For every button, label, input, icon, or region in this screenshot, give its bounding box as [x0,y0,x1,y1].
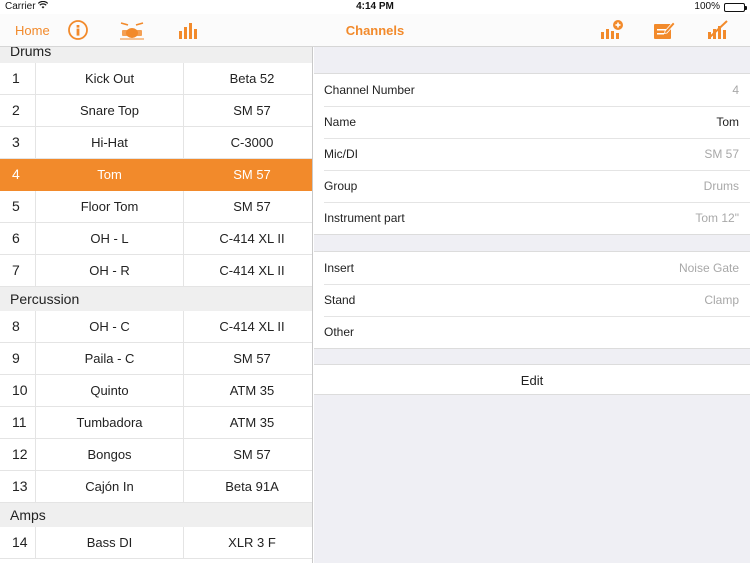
channel-row[interactable]: 3 Hi-Hat C-3000 [0,127,312,159]
channel-mic: ATM 35 [183,407,312,438]
detail-value: Clamp [704,293,739,307]
detail-value: SM 57 [704,147,739,161]
edit-note-icon[interactable] [652,19,676,41]
channel-row[interactable]: 6 OH - L C-414 XL II [0,223,312,255]
channel-row[interactable]: 10 Quinto ATM 35 [0,375,312,407]
page-title: Channels [345,23,405,38]
channel-row[interactable]: 7 OH - R C-414 XL II [0,255,312,287]
channel-mic: C-414 XL II [183,311,312,342]
channel-mic: SM 57 [183,191,312,222]
channel-detail-panel: Channel Number 4 Name Tom Mic/DI SM 57 Group Dr… [314,47,750,563]
channel-name: Bass DI [86,535,133,550]
channel-list[interactable]: Drums 1 Kick Out Beta 52 2 Snare Top SM 57 3 Hi-… [0,47,313,563]
section-header: Drums [0,47,312,63]
detail-label: Name [324,115,357,129]
detail-row-instrument-part[interactable]: Instrument part Tom 12" [314,202,750,234]
edit-button[interactable]: Edit [314,364,750,395]
detail-row-channel-number[interactable]: Channel Number 4 [314,74,750,106]
channel-mic: SM 57 [183,439,312,470]
channel-mic: SM 57 [183,343,312,374]
detail-value: Drums [703,179,739,193]
channel-mic: XLR 3 F [183,527,312,558]
channel-mic: Beta 52 [183,63,312,94]
channel-row[interactable]: 12 Bongos SM 57 [0,439,312,471]
channel-info-group: Channel Number 4 Name Tom Mic/DI SM 57 Group Dr… [314,73,750,235]
channel-number: 6 [0,223,36,254]
battery-icon [724,3,747,12]
channel-number: 4 [0,159,36,190]
channel-number: 11 [0,407,36,438]
status-bar: Carrier 4:14 PM 100% [0,0,750,14]
channel-name: OH - C [89,319,130,334]
channel-mic: SM 57 [183,95,312,126]
channel-mic: C-414 XL II [183,255,312,286]
detail-row-name[interactable]: Name Tom [314,106,750,138]
channel-row[interactable]: 14 Bass DI XLR 3 F [0,527,312,559]
channel-name: Snare Top [79,103,140,118]
channel-row[interactable]: 9 Paila - C SM 57 [0,343,312,375]
channel-name: OH - R [89,263,130,278]
status-time: 4:14 PM [356,1,394,12]
channel-row[interactable]: 8 OH - C C-414 XL II [0,311,312,343]
detail-label: Mic/DI [324,147,358,161]
channel-name: Tumbadora [76,415,143,430]
channel-name: Tom [97,167,122,182]
channel-number: 5 [0,191,36,222]
channel-name: Paila - C [84,351,135,366]
channel-number: 10 [0,375,36,406]
detail-row-group[interactable]: Group Drums [314,170,750,202]
detail-label: Stand [324,293,356,307]
channel-name: Quinto [90,383,129,398]
channel-number: 2 [0,95,36,126]
channel-row[interactable]: 4 Tom SM 57 [0,159,312,191]
channel-number: 8 [0,311,36,342]
channel-name: Bongos [87,447,132,462]
detail-label: Other [324,325,355,339]
channel-extra-group: Insert Noise Gate Stand Clamp Other [314,251,750,349]
detail-label: Insert [324,261,355,275]
detail-value: Noise Gate [678,261,739,275]
channel-row[interactable]: 1 Kick Out Beta 52 [0,63,312,95]
channel-number: 9 [0,343,36,374]
add-chart-icon[interactable] [600,19,624,41]
channel-row[interactable]: 2 Snare Top SM 57 [0,95,312,127]
detail-row-stand[interactable]: Stand Clamp [314,284,750,316]
channel-number: 13 [0,471,36,502]
channel-name: Kick Out [84,71,135,86]
channel-name: OH - L [90,231,129,246]
section-header: Percussion [0,287,312,311]
detail-value: Tom [716,115,739,129]
detail-label: Channel Number [324,83,415,97]
channel-mic: ATM 35 [183,375,312,406]
navigation-bar: Home Channels [0,14,750,47]
detail-row-other[interactable]: Other [314,316,750,348]
detail-row-mic-di[interactable]: Mic/DI SM 57 [314,138,750,170]
detail-value: 4 [732,83,739,97]
chart-edit-icon[interactable] [706,19,730,41]
detail-row-insert[interactable]: Insert Noise Gate [314,252,750,284]
section-header: Amps [0,503,312,527]
channel-name: Floor Tom [80,199,139,214]
channel-name: Cajón In [85,479,134,494]
channel-mic: SM 57 [183,159,312,190]
channel-mic: C-414 XL II [183,223,312,254]
channel-row[interactable]: 5 Floor Tom SM 57 [0,191,312,223]
battery-percent: 100% [694,1,720,12]
detail-label: Instrument part [324,211,405,225]
channel-name: Hi-Hat [91,135,128,150]
channel-row[interactable]: 13 Cajón In Beta 91A [0,471,312,503]
channel-number: 3 [0,127,36,158]
detail-value: Tom 12" [695,211,739,225]
detail-label: Group [324,179,358,193]
channel-number: 7 [0,255,36,286]
channel-number: 12 [0,439,36,470]
channel-row[interactable]: 11 Tumbadora ATM 35 [0,407,312,439]
channel-number: 1 [0,63,36,94]
channel-mic: C-3000 [183,127,312,158]
channel-mic: Beta 91A [183,471,312,502]
channel-number: 14 [0,527,36,558]
